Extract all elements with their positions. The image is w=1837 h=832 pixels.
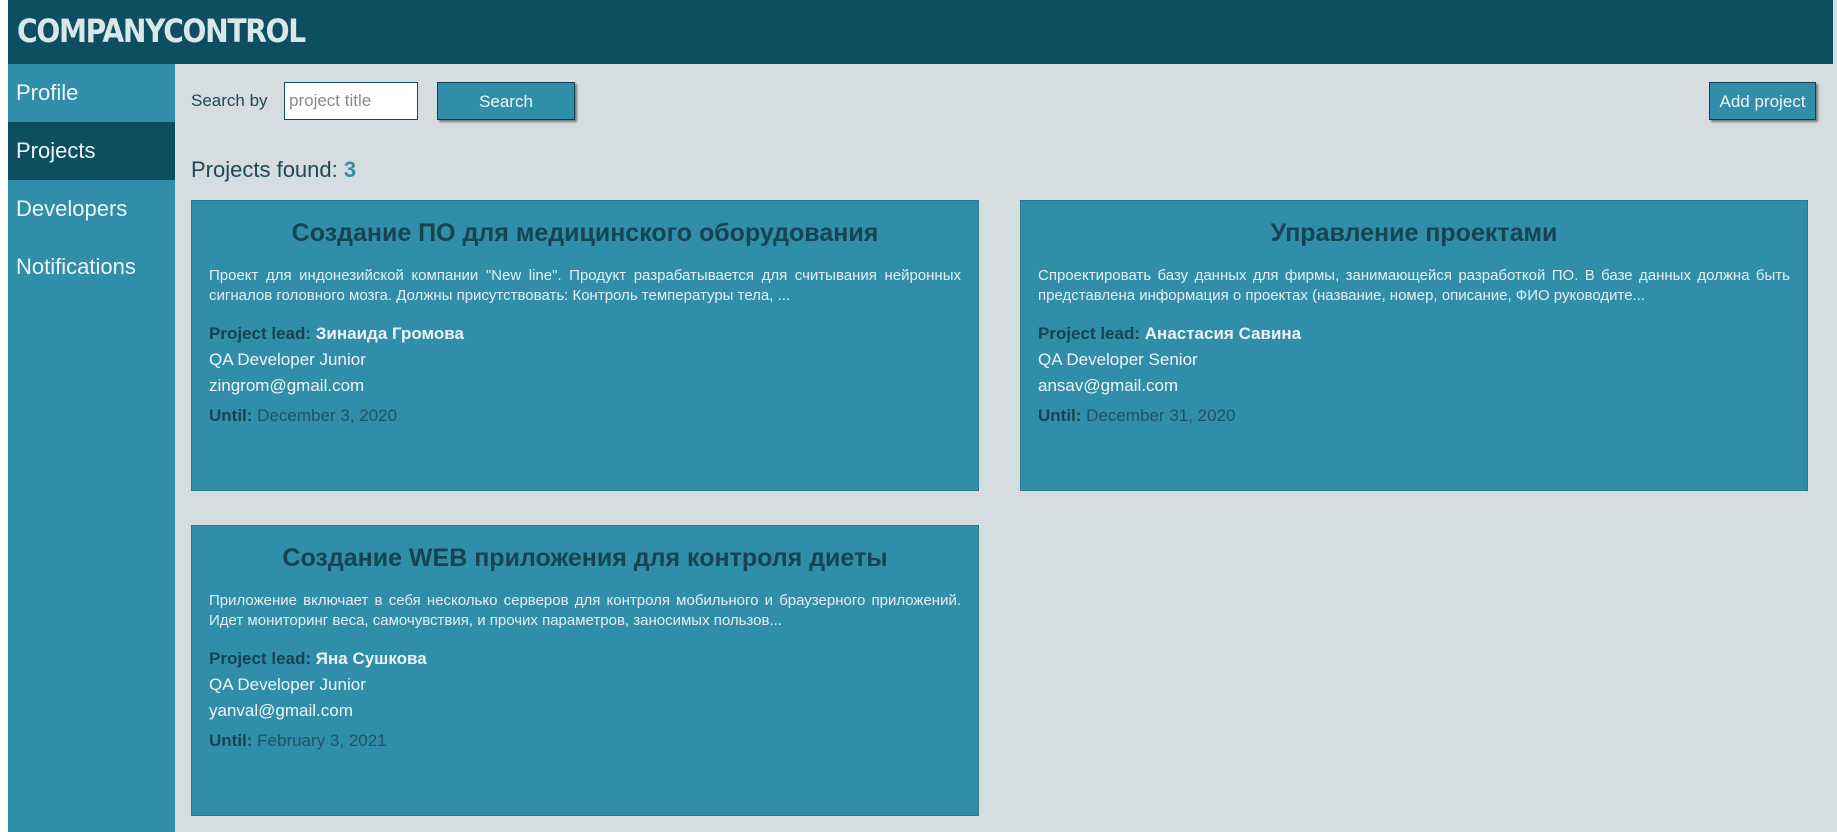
project-lead-label: Project lead: [209, 649, 312, 668]
until-label: Until: [209, 731, 253, 750]
project-lead: Project lead: Зинаида Громова [209, 324, 961, 344]
project-lead: Project lead: Анастасия Савина [1038, 324, 1790, 344]
project-lead-email: zingrom@gmail.com [209, 376, 365, 395]
app-logo[interactable]: COMPANYCONTROL [17, 12, 306, 50]
sidebar-item-developers[interactable]: Developers [8, 180, 175, 238]
projects-found: Projects found: 3 [191, 157, 356, 183]
until-date: February 3, 2021 [257, 731, 387, 750]
search-label: Search by [191, 91, 268, 110]
add-project-button[interactable]: Add project [1709, 82, 1816, 120]
project-lead-label: Project lead: [1038, 324, 1141, 343]
projects-found-label: Projects found: [191, 157, 338, 182]
project-lead-role: QA Developer Junior [209, 350, 366, 369]
until-label: Until: [209, 406, 253, 425]
search-input[interactable] [284, 82, 418, 120]
sidebar-item-projects[interactable]: Projects [8, 122, 175, 180]
sidebar: Profile Projects Developers Notification… [8, 64, 175, 832]
project-lead: Project lead: Яна Сушкова [209, 649, 961, 669]
until-date: December 31, 2020 [1086, 406, 1236, 425]
project-until: Until: December 31, 2020 [1038, 406, 1790, 426]
project-title[interactable]: Создание WEB приложения для контроля дие… [209, 544, 961, 573]
projects-found-count: 3 [343, 157, 357, 182]
project-lead-email: yanval@gmail.com [209, 701, 353, 720]
until-date: December 3, 2020 [257, 406, 398, 425]
project-card[interactable]: Управление проектами Спроектировать базу… [1020, 200, 1808, 491]
project-description: Спроектировать базу данных для фирмы, за… [1038, 267, 1790, 304]
project-card[interactable]: Создание ПО для медицинского оборудовани… [191, 200, 979, 491]
project-lead-label: Project lead: [209, 324, 312, 343]
app-header: COMPANYCONTROL [8, 0, 1833, 64]
until-label: Until: [1038, 406, 1082, 425]
project-lead-name: Яна Сушкова [315, 649, 427, 668]
project-lead-name: Зинаида Громова [315, 324, 464, 343]
window-edge [0, 0, 8, 832]
project-title[interactable]: Создание ПО для медицинского оборудовани… [209, 219, 961, 248]
search-button[interactable]: Search [437, 82, 575, 120]
project-description: Приложение включает в себя несколько сер… [209, 592, 961, 629]
sidebar-item-notifications[interactable]: Notifications [8, 238, 175, 296]
project-lead-role: QA Developer Senior [1038, 350, 1198, 369]
project-until: Until: December 3, 2020 [209, 406, 961, 426]
sidebar-item-profile[interactable]: Profile [8, 64, 175, 122]
project-title[interactable]: Управление проектами [1038, 219, 1790, 248]
main-content: Search by Search Add project Projects fo… [191, 64, 1833, 832]
project-lead-name: Анастасия Савина [1144, 324, 1302, 343]
project-until: Until: February 3, 2021 [209, 731, 961, 751]
project-lead-role: QA Developer Junior [209, 675, 366, 694]
project-description: Проект для индонезийской компании "New l… [209, 267, 961, 304]
project-lead-email: ansav@gmail.com [1038, 376, 1179, 395]
project-card[interactable]: Создание WEB приложения для контроля дие… [191, 525, 979, 816]
